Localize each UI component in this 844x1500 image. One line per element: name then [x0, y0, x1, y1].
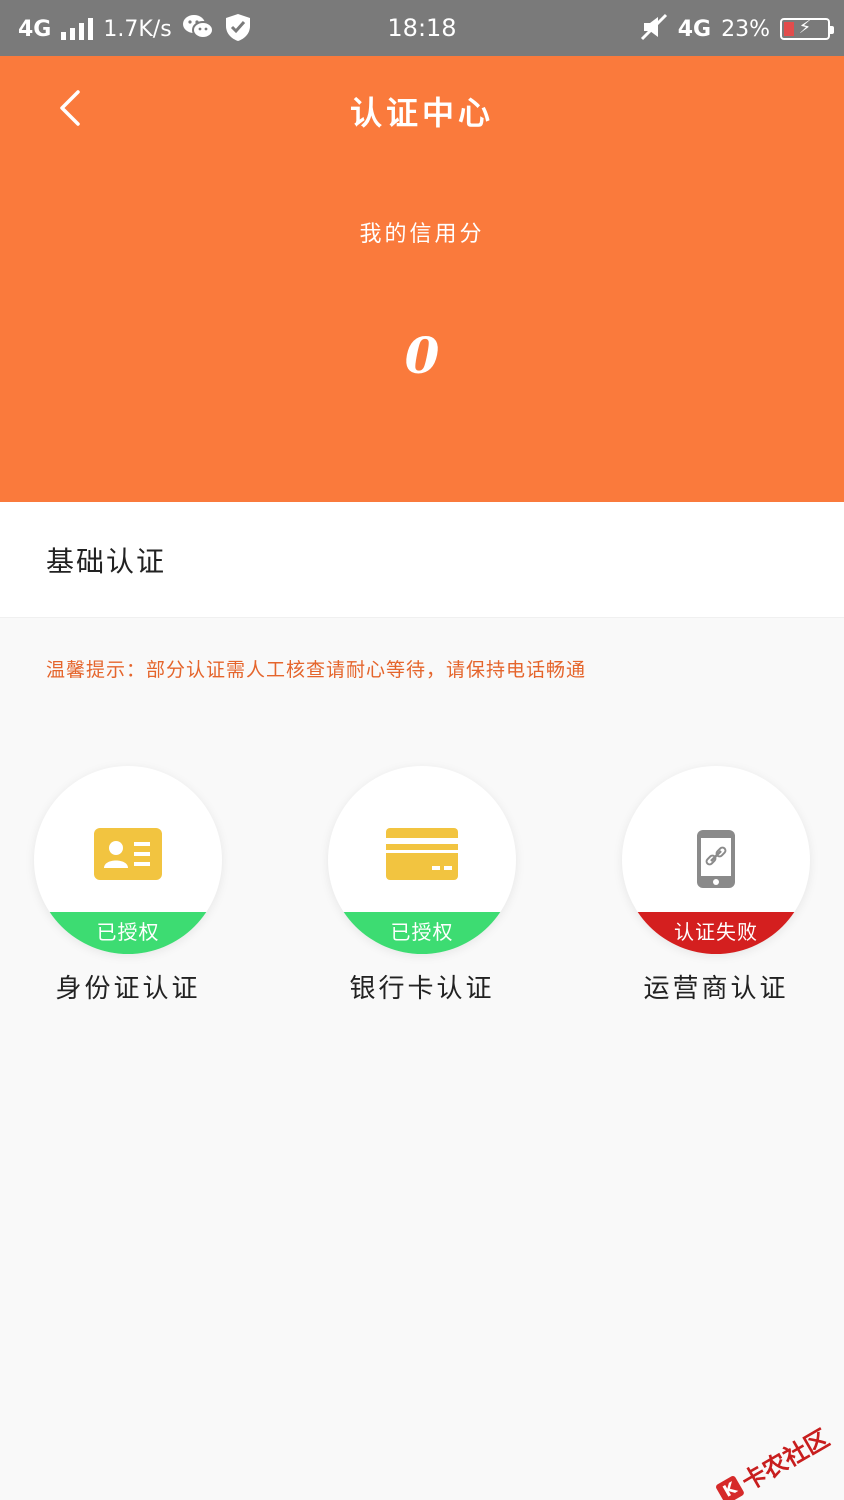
auth-circle[interactable]: 已授权: [328, 766, 516, 954]
auth-status-badge: 已授权: [328, 912, 516, 954]
watermark-logo: K 卡农社区: [711, 1419, 834, 1500]
status-bar: 4G 1.7K/s 18:18 4G 23% ⚡: [0, 0, 844, 56]
mute-icon: [640, 13, 668, 45]
battery-percent: 23%: [721, 16, 770, 42]
auth-item-label: 身份证认证: [55, 974, 201, 1004]
battery-icon: ⚡: [780, 17, 834, 40]
section-header: 基础认证: [0, 502, 844, 618]
watermark-text: 卡农社区: [736, 1424, 835, 1497]
auth-item-label: 银行卡认证: [349, 974, 495, 1004]
bank-card-icon: [386, 828, 458, 880]
auth-item-id-card[interactable]: 已授权 身份证认证: [8, 766, 248, 1005]
status-right: 4G 23% ⚡: [640, 12, 834, 46]
auth-circle[interactable]: 认证失败: [622, 766, 810, 954]
auth-status-badge: 认证失败: [622, 912, 810, 954]
credit-header: 认证中心 我的信用分 0: [0, 56, 844, 502]
credit-score-value: 0: [404, 326, 440, 385]
auth-item-bank-card[interactable]: 已授权 银行卡认证: [302, 766, 542, 1005]
auth-item-carrier[interactable]: 认证失败 运营商认证: [596, 766, 836, 1005]
phone-link-icon: [697, 830, 735, 888]
auth-circle[interactable]: 已授权: [34, 766, 222, 954]
auth-status-badge: 已授权: [34, 912, 222, 954]
network-type-right: 4G: [677, 16, 712, 42]
section-title: 基础认证: [46, 545, 167, 578]
id-card-icon: [94, 828, 162, 880]
charging-icon: ⚡: [798, 17, 812, 38]
credit-score-label: 我的信用分: [359, 222, 485, 247]
warm-tip: 温馨提示：部分认证需人工核查请耐心等待，请保持电话畅通: [46, 659, 587, 681]
page-title: 认证中心: [349, 94, 494, 132]
auth-item-label: 运营商认证: [643, 974, 789, 1004]
